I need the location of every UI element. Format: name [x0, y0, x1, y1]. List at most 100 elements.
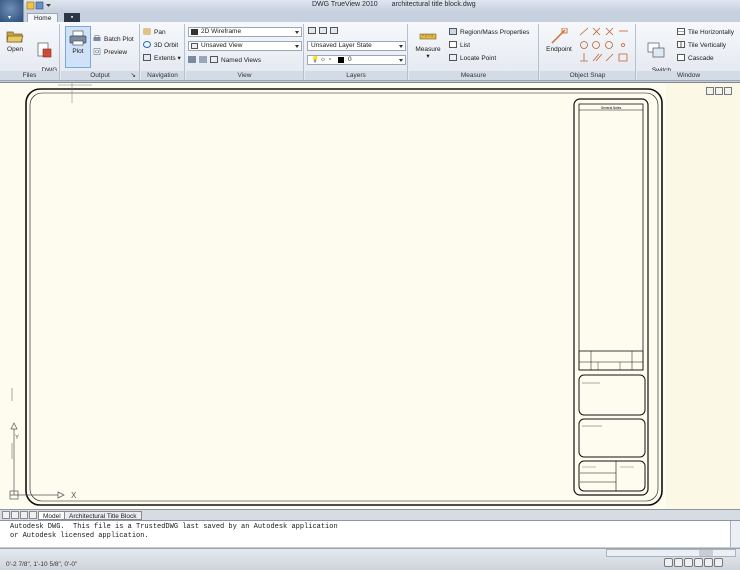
list-icon — [449, 41, 457, 48]
panel-object-snap: Endpoint Object Snap — [540, 24, 636, 80]
showmotion-icon[interactable] — [694, 558, 703, 567]
last-layout-icon[interactable] — [29, 511, 37, 519]
layer-color-swatch — [338, 57, 344, 63]
panel-files-title: Files — [0, 71, 59, 80]
measure-button[interactable]: Measure ▾ — [411, 28, 445, 60]
current-layer-value: 0 — [348, 56, 352, 63]
application-menu-button[interactable]: ▾ — [0, 0, 24, 22]
restore-icon[interactable] — [715, 87, 723, 95]
panel-layers: Unsaved Layer State 💡 ☼ ▫ 0 Layers — [305, 24, 408, 80]
panel-dialog-launcher-icon[interactable]: ↘ — [131, 71, 136, 80]
chevron-down-icon: ▾ — [426, 53, 430, 60]
panel-object-snap-title: Object Snap — [540, 71, 635, 80]
plot-label: Plot — [72, 48, 84, 55]
revision-table — [578, 350, 644, 371]
endpoint-label: Endpoint — [546, 46, 572, 53]
panel-window: Switch Windows Tile Horizontally Tile Ve… — [637, 24, 740, 81]
parallel-snap-icon — [592, 53, 603, 62]
pan-button[interactable]: Pan — [143, 27, 166, 38]
perpendicular-snap-icon — [580, 53, 588, 62]
cascade-button[interactable]: Cascade — [677, 53, 714, 64]
chevron-down-icon — [399, 45, 403, 48]
layer-previous-icon[interactable] — [330, 27, 338, 34]
minimize-icon[interactable] — [706, 87, 714, 95]
command-line-history[interactable]: Autodesk DWG. This file is a TrustedDWG … — [0, 520, 740, 547]
previous-layout-icon[interactable] — [11, 511, 19, 519]
tab-architectural-title-block[interactable]: Architectural Title Block — [64, 511, 142, 520]
command-line-scrollbar[interactable] — [730, 521, 740, 547]
panel-view: 2D Wireframe Unsaved View Named Views Vi… — [186, 24, 304, 80]
scrollbar-thumb[interactable] — [699, 550, 713, 556]
toolbar-lock-icon[interactable] — [704, 558, 713, 567]
named-view-select[interactable]: Unsaved View — [188, 41, 302, 51]
visual-style-select[interactable]: 2D Wireframe — [188, 27, 302, 37]
intersection-snap-icon — [592, 27, 601, 36]
batch-plot-label: Batch Plot — [104, 36, 134, 43]
panel-window-title: Window — [637, 71, 740, 80]
open-button[interactable]: Open — [4, 28, 26, 53]
window-title: DWG TrueView 2010 architectural title blo… — [312, 1, 490, 8]
layer-isolate-icon[interactable] — [319, 27, 327, 34]
front-view-icon[interactable] — [188, 56, 196, 63]
layer-tools-row — [308, 26, 341, 37]
region-mass-label: Region/Mass Properties — [460, 29, 530, 36]
orbit-icon — [143, 41, 151, 48]
panel-navigation-title: Navigation — [141, 71, 184, 80]
region-mass-button[interactable]: Region/Mass Properties — [449, 27, 529, 38]
locate-point-label: Locate Point — [460, 55, 497, 62]
view-icon — [191, 43, 198, 49]
named-views-icon — [210, 56, 218, 63]
tile-horizontally-button[interactable]: Tile Horizontally — [677, 27, 734, 38]
preview-button[interactable]: Preview — [93, 47, 127, 58]
title-box-3 — [578, 460, 646, 492]
layer-select[interactable]: 💡 ☼ ▫ 0 — [307, 55, 406, 65]
named-views-button[interactable]: Named Views — [221, 57, 261, 64]
extents-button[interactable]: Extents ▾ — [143, 53, 181, 64]
cascade-icon — [677, 54, 685, 61]
osnap-grid — [579, 27, 628, 62]
pan-label: Pan — [154, 29, 166, 36]
list-button[interactable]: List — [449, 40, 470, 51]
3d-orbit-button[interactable]: 3D Orbit — [143, 40, 178, 51]
tile-vertically-button[interactable]: Tile Vertically — [677, 40, 726, 51]
title-box-1 — [578, 374, 646, 416]
viewport-controls — [705, 87, 732, 97]
apparent-snap-icon — [605, 27, 614, 36]
node-snap-icon — [621, 43, 625, 47]
title-block-drawing: General Notes Y X — [9, 83, 663, 506]
lock-icon: ▫ — [329, 56, 332, 63]
horizontal-scrollbar[interactable] — [606, 549, 736, 557]
general-notes-heading: General Notes — [601, 106, 622, 110]
pan-icon[interactable] — [664, 558, 673, 567]
zoom-icon[interactable] — [674, 558, 683, 567]
zoom-extents-icon — [143, 54, 151, 61]
close-icon[interactable] — [724, 87, 732, 95]
clean-screen-icon[interactable] — [714, 558, 723, 567]
steering-wheel-icon[interactable] — [684, 558, 693, 567]
tile-vertically-icon — [677, 41, 685, 48]
quick-access-toolbar[interactable] — [26, 1, 52, 11]
batch-plot-button[interactable]: Batch Plot — [93, 34, 134, 45]
nearest-snap-icon — [605, 53, 614, 62]
layer-properties-icon[interactable] — [308, 27, 316, 34]
center-snap-icon — [580, 41, 588, 49]
panel-output-title: Output ↘ — [61, 71, 139, 80]
endpoint-snap-button[interactable]: Endpoint — [542, 28, 576, 53]
status-tray — [664, 558, 724, 569]
panel-navigation: Pan 3D Orbit Extents ▾ Navigation — [141, 24, 185, 80]
tile-horizontally-icon — [677, 28, 685, 35]
iso-view-icon[interactable] — [199, 56, 207, 63]
chevron-down-icon: ▾ — [177, 55, 181, 62]
layout-tab-strip: Model Architectural Title Block — [0, 509, 740, 520]
command-line-text-2: or Autodesk licensed application. — [10, 532, 149, 540]
open-label: Open — [7, 46, 23, 53]
locate-point-button[interactable]: Locate Point — [449, 53, 496, 64]
dwg-convert-icon — [37, 42, 52, 58]
next-layout-icon[interactable] — [20, 511, 28, 519]
first-layout-icon[interactable] — [2, 511, 10, 519]
tab-model[interactable]: Model — [38, 511, 66, 520]
preview-icon — [93, 48, 101, 55]
panel-view-title: View — [186, 71, 303, 80]
layer-state-select[interactable]: Unsaved Layer State — [307, 41, 406, 51]
plot-button[interactable]: Plot — [65, 26, 91, 68]
